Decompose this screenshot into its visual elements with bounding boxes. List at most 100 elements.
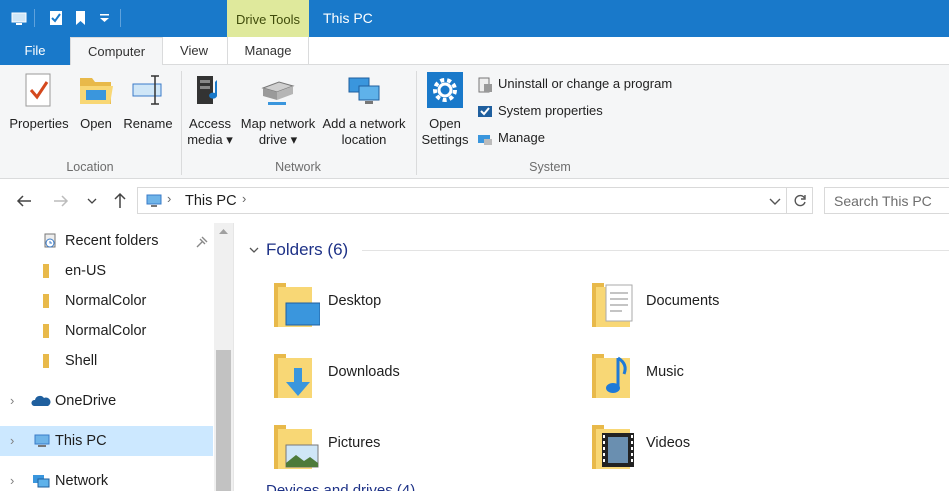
settings-gear-icon [427, 72, 463, 108]
search-input[interactable]: Search This PC [824, 187, 949, 214]
downloads-folder-icon [274, 354, 312, 398]
scroll-up-arrow-icon[interactable] [218, 226, 229, 236]
drive-tools-context-tab[interactable]: Drive Tools [227, 0, 309, 37]
breadcrumb-this-pc[interactable]: This PC [185, 193, 237, 209]
rename-icon [132, 75, 162, 105]
open-button[interactable]: Open [76, 70, 116, 132]
folder-downloads[interactable]: Downloads [272, 348, 572, 408]
map-drive-label-1: Map network [240, 116, 316, 131]
folder-icon [43, 294, 49, 308]
properties-button[interactable]: Properties [8, 70, 70, 132]
desktop-folder-icon [274, 283, 320, 327]
this-pc-icon [34, 434, 50, 447]
address-bar[interactable]: › This PC › [137, 187, 787, 214]
nav-item-normalcolor[interactable]: NormalColor [0, 316, 213, 346]
folder-label: Pictures [328, 435, 381, 451]
nav-item-label: Recent folders [65, 233, 159, 249]
network-group-label: Network [275, 160, 321, 174]
devices-group-header[interactable]: Devices and drives (4) [266, 482, 415, 491]
rename-label: Rename [123, 116, 173, 131]
open-folder-icon [80, 78, 113, 104]
recent-locations-chevron-icon[interactable] [87, 197, 97, 205]
qat-separator [120, 9, 121, 27]
folder-music[interactable]: Music [590, 348, 890, 408]
window-title: This PC [323, 10, 373, 26]
nav-item-label: Network [55, 473, 109, 489]
location-group-label: Location [66, 160, 114, 174]
folder-documents[interactable]: Documents [590, 277, 890, 337]
nav-item-network[interactable]: › Network [0, 466, 213, 491]
folder-label: Music [646, 364, 684, 380]
folder-pictures[interactable]: Pictures [272, 419, 572, 479]
folder-desktop[interactable]: Desktop [272, 277, 572, 337]
refresh-button[interactable] [787, 187, 813, 214]
refresh-icon [794, 194, 806, 207]
uninstall-program-button[interactable]: Uninstall or change a program [476, 74, 672, 94]
add-location-label-2: location [341, 132, 387, 147]
music-folder-icon [592, 354, 630, 398]
onedrive-icon [31, 395, 51, 406]
manage-label: Manage [498, 130, 545, 145]
this-pc-icon [146, 194, 162, 207]
ribbon-group-separator [181, 71, 182, 175]
breadcrumb-separator-icon: › [167, 191, 172, 206]
nav-item-recent-folders[interactable]: Recent folders [0, 226, 213, 256]
map-network-drive-button[interactable]: Map network drive ▾ [239, 70, 317, 148]
this-pc-icon[interactable] [10, 9, 28, 27]
properties-label: Properties [9, 116, 69, 131]
expand-chevron-icon[interactable]: › [10, 466, 14, 491]
nav-item-shell[interactable]: Shell [0, 346, 213, 376]
map-drive-label-2: drive ▾ [258, 132, 298, 147]
nav-item-en-us[interactable]: en-US [0, 256, 213, 286]
properties-check-icon[interactable] [47, 9, 65, 27]
new-folder-icon[interactable] [72, 9, 90, 27]
properties-icon [25, 73, 51, 107]
search-placeholder: Search This PC [834, 193, 932, 209]
folders-group-header[interactable]: Folders (6) [266, 240, 348, 260]
customize-qat-icon[interactable] [96, 9, 114, 27]
manage-button[interactable]: Manage [476, 128, 545, 148]
forward-arrow-icon[interactable] [53, 194, 69, 208]
add-location-label-1: Add a network [322, 116, 406, 131]
folder-label: Documents [646, 293, 720, 309]
add-network-location-button[interactable]: Add a network location [320, 70, 408, 148]
system-properties-button[interactable]: System properties [476, 101, 603, 121]
qat-separator [34, 9, 35, 27]
ribbon-tab-row: File Computer View Manage [0, 37, 949, 66]
tab-file[interactable]: File [0, 37, 70, 65]
open-settings-label-1: Open [429, 116, 461, 131]
system-properties-label: System properties [498, 103, 603, 118]
address-dropdown-icon[interactable] [769, 198, 781, 206]
nav-item-label: This PC [55, 433, 107, 449]
tab-manage[interactable]: Manage [227, 37, 309, 65]
rename-button[interactable]: Rename [122, 70, 174, 132]
nav-item-label: NormalColor [65, 323, 147, 339]
ribbon-group-separator [416, 71, 417, 175]
access-media-button[interactable]: Access media ▾ [186, 70, 234, 148]
pin-icon[interactable] [196, 236, 208, 248]
collapse-chevron-icon[interactable] [249, 245, 259, 255]
breadcrumb-chevron-icon[interactable]: › [242, 191, 246, 206]
tab-computer[interactable]: Computer [70, 37, 163, 66]
expand-chevron-icon[interactable]: › [10, 426, 14, 456]
expand-chevron-icon[interactable]: › [10, 386, 14, 416]
open-settings-button[interactable]: Open Settings [420, 70, 470, 148]
nav-item-normalcolor[interactable]: NormalColor [0, 286, 213, 316]
file-explorer-window: Drive Tools This PC File Computer View M… [0, 0, 949, 491]
folder-icon [43, 264, 49, 278]
nav-item-onedrive[interactable]: › OneDrive [0, 386, 213, 416]
folder-videos[interactable]: Videos [590, 419, 890, 479]
tab-view[interactable]: View [163, 37, 225, 65]
up-arrow-icon[interactable] [113, 192, 127, 209]
computer-management-icon [478, 134, 492, 145]
folder-label: Desktop [328, 293, 382, 309]
back-arrow-icon[interactable] [16, 194, 32, 208]
group-header-divider [362, 250, 949, 251]
folder-label: Videos [646, 435, 691, 451]
folder-label: Downloads [328, 364, 400, 380]
access-media-label-2: media ▾ [187, 132, 233, 147]
uninstall-icon [478, 77, 492, 93]
nav-scrollbar-thumb[interactable] [216, 350, 231, 491]
folder-icon [43, 354, 49, 368]
nav-item-this-pc[interactable]: › This PC [0, 426, 213, 456]
